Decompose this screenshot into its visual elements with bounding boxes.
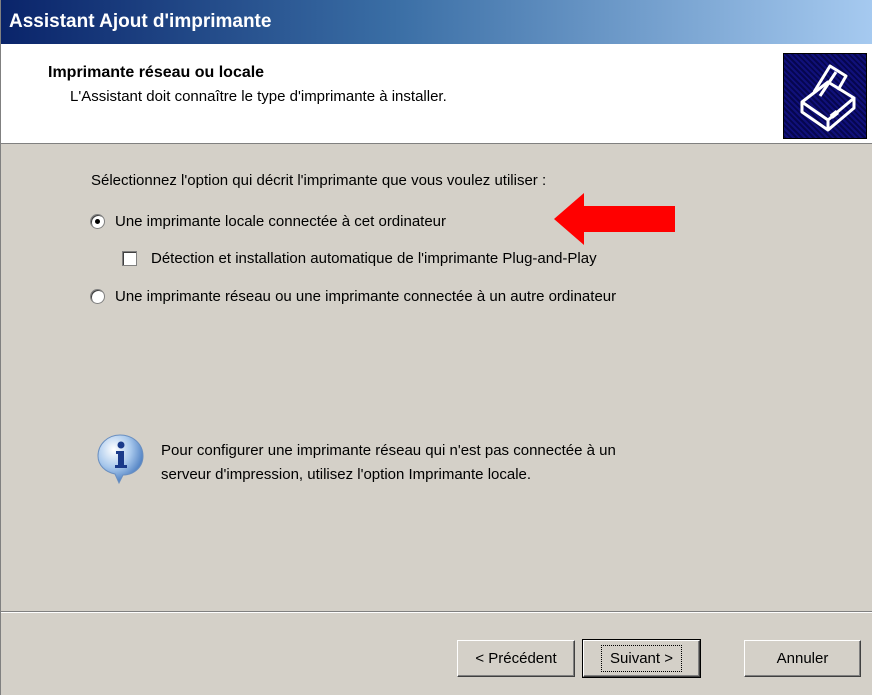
radio-local-printer[interactable] [90,214,105,229]
back-button-label: < Précédent [475,650,557,667]
info-message: Pour configurer une imprimante réseau qu… [161,439,761,487]
option-network-printer-label: Une imprimante réseau ou une imprimante … [115,288,617,305]
radio-network-printer[interactable] [90,289,105,304]
plug-and-play-label: Détection et installation automatique de… [151,250,597,267]
printer-icon [783,53,867,139]
add-printer-wizard-window: Assistant Ajout d'imprimante Imprimante … [0,0,872,695]
cancel-button[interactable]: Annuler [744,640,861,677]
plug-and-play-option[interactable]: Détection et installation automatique de… [122,250,597,267]
option-local-printer[interactable]: Une imprimante locale connectée à cet or… [90,213,446,230]
back-button[interactable]: < Précédent [457,640,575,677]
wizard-header: Imprimante réseau ou locale L'Assistant … [1,44,872,144]
info-line-2: serveur d'impression, utilisez l'option … [161,466,532,483]
window-title: Assistant Ajout d'imprimante [9,11,272,32]
info-line-1: Pour configurer une imprimante réseau qu… [161,442,616,459]
instruction-text: Sélectionnez l'option qui décrit l'impri… [91,172,547,189]
next-button-label: Suivant > [601,645,682,672]
title-bar[interactable]: Assistant Ajout d'imprimante [1,0,872,44]
option-local-printer-label: Une imprimante locale connectée à cet or… [115,213,447,230]
plug-and-play-checkbox[interactable] [122,251,137,266]
info-icon [97,434,144,485]
footer-divider-highlight [1,612,872,613]
cancel-button-label: Annuler [776,650,829,667]
header-subtitle: L'Assistant doit connaître le type d'imp… [70,88,447,105]
header-title: Imprimante réseau ou locale [48,64,265,81]
option-network-printer[interactable]: Une imprimante réseau ou une imprimante … [90,288,616,305]
next-button[interactable]: Suivant > [582,639,701,678]
red-arrow-icon [554,193,675,245]
